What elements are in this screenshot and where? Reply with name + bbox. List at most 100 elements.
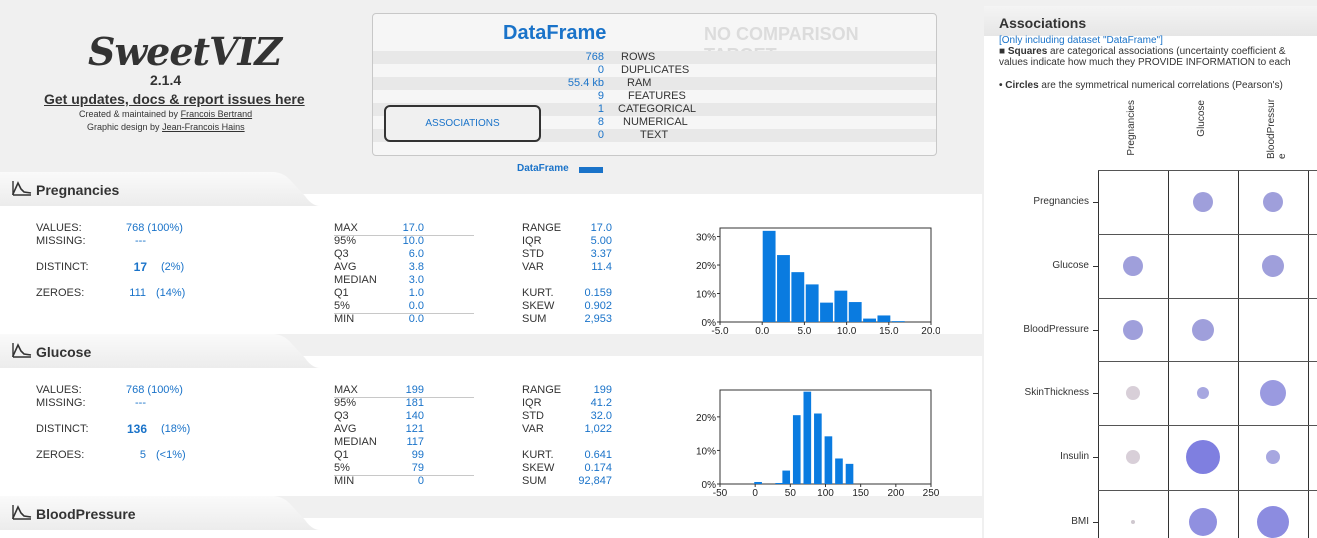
stat-label: SUM [522,475,547,487]
circles-label: • Circles [999,80,1039,91]
designer-link[interactable]: Jean-Francois Hains [162,122,245,132]
summary-value: 9 [597,90,604,102]
correlation-circle [1260,380,1286,406]
values-label: VALUES: [36,222,82,234]
missing-value: --- [135,235,146,247]
x-tick-label: 0.0 [755,326,769,337]
quantile-label: MAX [334,384,358,396]
distinct-pct: (18%) [161,423,191,435]
stat-label: RANGE [522,222,562,234]
stat-label: KURT. [522,449,554,461]
summary-label: TEXT [640,129,669,141]
correlation-circle [1263,192,1283,212]
maintainer-link[interactable]: Francois Bertrand [181,109,253,119]
histogram-bar [824,436,833,484]
distinct-label: DISTINCT: [36,261,89,273]
quantile-label: 5% [334,462,350,474]
y-tick-label: 20% [696,413,716,424]
associations-dataset-note: [Only including dataset "DataFrame"] [999,35,1163,46]
histogram-bar [792,415,801,484]
correlation-circle [1192,319,1214,341]
quantile-label: Q3 [334,248,349,260]
row-tick [1093,522,1098,523]
x-tick-label: 250 [923,488,940,499]
zeroes-value: 5 [139,449,146,461]
y-tick-label: 10% [696,290,716,301]
stat-label: SUM [522,313,547,325]
quantile-value: 121 [405,423,424,435]
histogram-bar [805,284,819,322]
divider [334,475,474,476]
stat-label: STD [522,410,544,422]
distribution-icon [12,504,32,525]
credit-created-label: Created & maintained by [79,109,179,119]
histogram-chart: -50 0 50 100 150 200 2500%10%20% [696,389,940,499]
zeroes-pct: (14%) [156,287,186,299]
feature-tab[interactable]: Glucose [0,334,320,368]
quantile-value: 79 [411,462,424,474]
feature-tab[interactable]: BloodPressure [0,496,320,530]
quantile-label: Q3 [334,410,349,422]
correlation-circle [1123,256,1143,276]
associations-title: Associations [999,15,1087,31]
matrix-grid-line [1168,170,1169,538]
quantile-label: Q1 [334,287,349,299]
stat-value: 5.00 [590,235,612,247]
stat-value: 11.4 [591,261,612,273]
logo-text: SweetVIZ [88,29,282,74]
values-value: 768 (100%) [126,222,183,234]
stat-value: 0.159 [584,287,612,299]
correlation-circle [1131,520,1135,524]
matrix-grid-line [1098,170,1099,538]
associations-button[interactable]: ASSOCIATIONS [384,105,541,142]
association-row-label: BloodPressure [1023,324,1089,335]
y-tick-label: 0% [702,480,717,491]
association-column-label: Pregnancies [1126,100,1137,156]
histogram-bar [848,302,862,322]
stat-label: IQR [522,397,542,409]
y-tick-label: 0% [702,318,717,329]
stat-value: 1,022 [584,423,612,435]
histogram-bar [754,481,762,484]
correlation-circle [1257,506,1289,538]
quantile-value: 199 [405,384,424,396]
correlation-circle [1123,320,1143,340]
matrix-grid-line [1238,170,1239,538]
divider [334,235,474,236]
histogram-bar [782,470,791,484]
matrix-grid-line [1098,490,1317,491]
squares-label: ■ Squares [999,46,1048,57]
missing-label: MISSING: [36,397,86,409]
updates-link[interactable]: Get updates, docs & report issues here [44,91,305,107]
quantile-value: 140 [405,410,424,422]
quantile-value: 99 [411,449,424,461]
summary-label: ROWS [621,51,656,63]
correlation-circle [1193,192,1213,212]
histogram-bar [775,482,784,484]
row-tick [1093,266,1098,267]
summary-label: CATEGORICAL [618,103,697,115]
quantile-label: MEDIAN [334,436,377,448]
zeroes-label: ZEROES: [36,287,85,299]
zeroes-pct: (<1%) [156,449,186,461]
histogram-bar [891,321,905,322]
y-tick-label: 30% [696,233,716,244]
row-tick [1093,457,1098,458]
quantile-value: 0.0 [408,300,424,312]
histogram-bar [845,463,854,484]
stat-value: 0.902 [584,300,612,312]
stat-label: IQR [522,235,542,247]
correlation-circle [1197,387,1209,399]
feature-name: BloodPressure [36,506,136,522]
quantile-value: 1.0 [408,287,424,299]
credit-design-label: Graphic design by [87,122,160,132]
row-tick [1093,393,1098,394]
quantile-value: 0.0 [408,313,424,325]
summary-label: FEATURES [628,90,686,102]
summary-row: 9 FEATURES [373,90,936,103]
feature-tab[interactable]: Pregnancies [0,172,320,206]
quantile-value: 17.0 [402,222,424,234]
associations-values-note: values indicate how much they PROVIDE IN… [999,57,1291,68]
correlation-circle [1186,440,1220,474]
summary-label: DUPLICATES [621,64,690,76]
